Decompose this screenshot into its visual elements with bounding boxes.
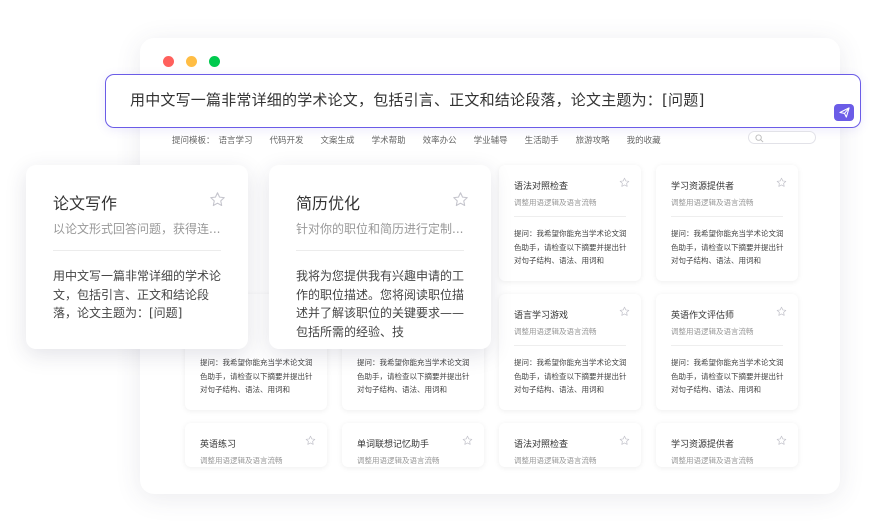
star-icon[interactable] — [776, 306, 787, 317]
card-title: 语法对照检查 — [514, 440, 569, 450]
featured-card-body: 我将为您提供我有兴趣申请的工作的职位描述。您将阅读职位描述并了解该职位的关键要求… — [296, 269, 465, 339]
star-icon[interactable] — [462, 435, 473, 446]
card-body: 提问：我希望你能充当学术论文润色助手，请检查以下摘要并提出针对句子结构、语法、用… — [671, 229, 784, 265]
template-tag-bar: 提问模板： 语言学习 代码开发 文案生成 学术帮助 效率办公 学业辅导 生活助手… — [172, 134, 678, 146]
star-icon[interactable] — [452, 191, 469, 208]
tag-code-development[interactable]: 代码开发 — [270, 134, 304, 146]
card-title: 语法对照检查 — [514, 182, 569, 192]
star-icon[interactable] — [619, 306, 630, 317]
card-body: 提问：我希望你能充当学术论文润色助手，请检查以下摘要并提出针对句子结构、语法、用… — [514, 358, 627, 394]
featured-card-title: 论文写作 — [53, 194, 118, 213]
card-body: 提问：我希望你能充当学术论文润色助手，请检查以下摘要并提出针对句子结构、语法、用… — [200, 358, 313, 394]
featured-card-thesis[interactable]: 论文写作 以论文形式回答问题，获得连... 用中文写一篇非常详细的学术论文，包括… — [26, 165, 248, 349]
window-maximize-dot[interactable] — [209, 56, 220, 67]
card-body: 提问：我希望你能充当学术论文润色助手，请检查以下摘要并提出针对句子结构、语法、用… — [514, 229, 627, 265]
tag-office-efficiency[interactable]: 效率办公 — [423, 134, 457, 146]
card-body: 提问：我希望你能充当学术论文润色助手，请检查以下摘要并提出针对句子结构、语法、用… — [671, 358, 784, 394]
prompt-card[interactable]: 语法对照检查 调整用语逻辑及语言流畅 提问：我希望你能充当学术论文润色助手，请检… — [499, 165, 641, 281]
featured-card-divider — [296, 250, 464, 251]
featured-card-resume[interactable]: 简历优化 针对你的职位和简历进行定制... 我将为您提供我有兴趣申请的工作的职位… — [269, 165, 491, 349]
featured-card-subtitle: 以论文形式回答问题，获得连... — [53, 222, 221, 236]
star-icon[interactable] — [776, 177, 787, 188]
card-divider — [514, 345, 626, 346]
card-title: 英语练习 — [200, 440, 237, 450]
tag-language-learning[interactable]: 语言学习 — [219, 134, 253, 146]
star-icon[interactable] — [619, 435, 630, 446]
card-body: 提问：我希望你能充当学术论文润色助手，请检查以下摘要并提出针对句子结构、语法、用… — [357, 358, 470, 394]
card-title: 学习资源提供者 — [671, 182, 735, 192]
window-minimize-dot[interactable] — [186, 56, 197, 67]
featured-card-body: 用中文写一篇非常详细的学术论文，包括引言、正文和结论段落，论文主题为：[问题] — [53, 269, 222, 320]
card-title: 单词联想记忆助手 — [357, 440, 430, 450]
star-icon[interactable] — [619, 177, 630, 188]
featured-card-title: 简历优化 — [296, 194, 361, 213]
prompt-input[interactable]: 用中文写一篇非常详细的学术论文，包括引言、正文和结论段落，论文主题为：[问题] — [105, 74, 861, 128]
tag-copywriting[interactable]: 文案生成 — [321, 134, 355, 146]
star-icon[interactable] — [209, 191, 226, 208]
prompt-card[interactable]: 语法对照检查 调整用语逻辑及语言流畅 — [499, 423, 641, 467]
tag-favorites[interactable]: 我的收藏 — [627, 134, 661, 146]
template-tag-lead: 提问模板： — [172, 136, 215, 146]
featured-card-subtitle: 针对你的职位和简历进行定制... — [296, 222, 464, 236]
search-icon — [755, 134, 764, 143]
prompt-card[interactable]: 学习资源提供者 调整用语逻辑及语言流畅 提问：我希望你能充当学术论文润色助手，请… — [656, 165, 798, 281]
card-subtitle: 调整用语逻辑及语言流畅 — [671, 198, 754, 207]
template-search-input[interactable] — [748, 131, 816, 144]
card-divider — [671, 216, 783, 217]
prompt-card[interactable]: 单词联想记忆助手 调整用语逻辑及语言流畅 — [342, 423, 484, 467]
prompt-card[interactable]: 英语练习 调整用语逻辑及语言流畅 — [185, 423, 327, 467]
card-subtitle: 调整用语逻辑及语言流畅 — [357, 456, 440, 465]
card-title: 学习资源提供者 — [671, 440, 735, 450]
card-subtitle: 调整用语逻辑及语言流畅 — [671, 327, 754, 336]
prompt-card[interactable]: 英语作文评估师 调整用语逻辑及语言流畅 提问：我希望你能充当学术论文润色助手，请… — [656, 294, 798, 410]
prompt-card[interactable]: 语言学习游戏 调整用语逻辑及语言流畅 提问：我希望你能充当学术论文润色助手，请检… — [499, 294, 641, 410]
tag-travel[interactable]: 旅游攻略 — [576, 134, 610, 146]
card-subtitle: 调整用语逻辑及语言流畅 — [671, 456, 754, 465]
card-divider — [671, 345, 783, 346]
window-close-dot[interactable] — [163, 56, 174, 67]
card-divider — [514, 216, 626, 217]
card-subtitle: 调整用语逻辑及语言流畅 — [514, 456, 597, 465]
card-title: 英语作文评估师 — [671, 311, 735, 321]
tag-academic-help[interactable]: 学术帮助 — [372, 134, 406, 146]
card-subtitle: 调整用语逻辑及语言流畅 — [514, 198, 597, 207]
card-subtitle: 调整用语逻辑及语言流畅 — [514, 327, 597, 336]
send-button[interactable] — [834, 104, 854, 121]
star-icon[interactable] — [305, 435, 316, 446]
star-icon[interactable] — [776, 435, 787, 446]
prompt-card[interactable]: 学习资源提供者 调整用语逻辑及语言流畅 — [656, 423, 798, 467]
card-subtitle: 调整用语逻辑及语言流畅 — [200, 456, 283, 465]
tag-life-assistant[interactable]: 生活助手 — [525, 134, 559, 146]
featured-card-divider — [53, 250, 221, 251]
card-title: 语言学习游戏 — [514, 311, 569, 321]
prompt-input-text[interactable]: 用中文写一篇非常详细的学术论文，包括引言、正文和结论段落，论文主题为：[问题] — [130, 89, 705, 110]
send-icon — [838, 107, 850, 118]
tag-tutoring[interactable]: 学业辅导 — [474, 134, 508, 146]
